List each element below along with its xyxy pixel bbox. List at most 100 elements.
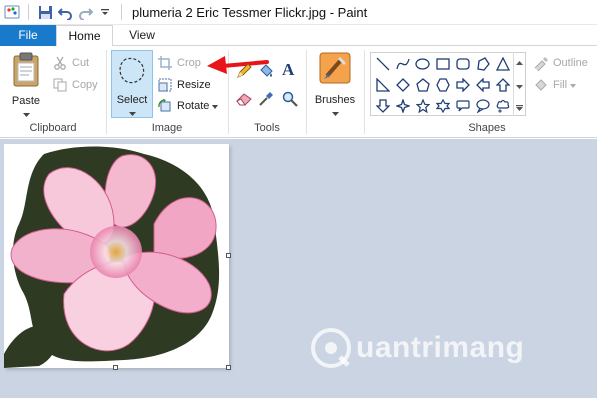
resize-button[interactable]: Resize <box>157 76 211 94</box>
resize-handle-right[interactable] <box>226 253 231 258</box>
chevron-up-icon[interactable] <box>516 56 523 68</box>
redo-icon[interactable] <box>75 2 95 22</box>
paste-button[interactable]: Paste <box>6 50 46 118</box>
chevron-down-icon <box>212 100 219 112</box>
gallery-expand-icon[interactable] <box>516 102 523 114</box>
magnifier-tool[interactable] <box>282 90 302 108</box>
chevron-down-icon <box>112 107 152 119</box>
select-button[interactable]: Select <box>111 50 153 118</box>
fill-tool[interactable] <box>258 62 278 80</box>
six-point-star-shape-icon[interactable] <box>433 96 452 115</box>
cut-button[interactable]: Cut <box>52 54 89 72</box>
polygon-shape-icon[interactable] <box>473 54 492 73</box>
plumeria-flower-image <box>4 146 220 368</box>
triangle-shape-icon[interactable] <box>493 54 512 73</box>
down-arrow-shape-icon[interactable] <box>373 96 392 115</box>
eraser-icon <box>236 91 252 107</box>
magnifier-icon <box>282 91 298 107</box>
outline-button[interactable]: Outline <box>533 54 588 72</box>
separator <box>121 4 122 20</box>
rounded-callout-shape-icon[interactable] <box>453 96 472 115</box>
crop-icon <box>157 55 173 71</box>
watermark-logo-icon <box>311 328 351 368</box>
four-point-star-shape-icon[interactable] <box>393 96 412 115</box>
pentagon-shape-icon[interactable] <box>413 75 432 94</box>
quick-access-toolbar <box>0 0 128 25</box>
resize-icon <box>157 77 173 93</box>
ribbon-tabs: File Home View <box>0 25 597 47</box>
tab-home[interactable]: Home <box>56 25 113 47</box>
copy-button[interactable]: Copy <box>52 76 98 94</box>
right-arrow-shape-icon[interactable] <box>453 75 472 94</box>
outline-icon <box>533 55 549 71</box>
rotate-icon <box>157 98 173 114</box>
window-title: plumeria 2 Eric Tessmer Flickr.jpg - Pai… <box>132 4 368 20</box>
copy-icon <box>52 77 68 93</box>
image-group-label: Image <box>151 122 183 134</box>
fill-button[interactable]: Fill <box>533 76 577 94</box>
cloud-callout-shape-icon[interactable] <box>493 96 512 115</box>
resize-label: Resize <box>177 79 211 91</box>
clipboard-group-label: Clipboard <box>29 122 77 134</box>
rotate-button[interactable]: Rotate <box>157 97 219 115</box>
copy-label: Copy <box>72 79 98 91</box>
customize-qa-dropdown-icon[interactable] <box>95 2 115 22</box>
image-canvas[interactable] <box>4 144 229 368</box>
tools-group-label: Tools <box>254 122 280 134</box>
save-icon[interactable] <box>35 2 55 22</box>
line-shape-icon[interactable] <box>373 54 392 73</box>
scissors-icon <box>52 55 68 71</box>
pencil-tool[interactable] <box>236 62 256 80</box>
resize-handle-bottom[interactable] <box>113 365 118 370</box>
resize-handle-corner[interactable] <box>226 365 231 370</box>
select-label: Select <box>116 94 148 106</box>
up-arrow-shape-icon[interactable] <box>493 75 512 94</box>
color-picker-tool[interactable] <box>258 90 278 108</box>
shapes-group-label: Shapes <box>468 122 506 134</box>
brush-icon <box>319 52 351 86</box>
undo-icon[interactable] <box>55 2 75 22</box>
canvas-workspace: uantrimang <box>0 139 597 398</box>
paste-label: Paste <box>11 95 41 107</box>
diamond-shape-icon[interactable] <box>393 75 412 94</box>
chevron-down-icon <box>570 79 577 91</box>
separator <box>28 4 29 20</box>
curve-shape-icon[interactable] <box>393 54 412 73</box>
chevron-down-icon <box>312 107 358 119</box>
rectangle-shape-icon[interactable] <box>433 54 452 73</box>
shapes-gallery-scrollbar[interactable] <box>513 52 525 116</box>
five-point-star-shape-icon[interactable] <box>413 96 432 115</box>
fill-label: Fill <box>553 79 568 91</box>
rotate-label: Rotate <box>177 100 210 112</box>
paint-app-icon[interactable] <box>2 2 22 22</box>
right-triangle-shape-icon[interactable] <box>373 75 392 94</box>
hexagon-shape-icon[interactable] <box>433 75 452 94</box>
crop-label: Crop <box>177 57 201 69</box>
oval-shape-icon[interactable] <box>413 54 432 73</box>
tab-file[interactable]: File <box>0 25 56 46</box>
text-tool-glyph: A <box>282 60 295 79</box>
tab-view[interactable]: View <box>113 25 171 46</box>
title-bar: plumeria 2 Eric Tessmer Flickr.jpg - Pai… <box>0 0 597 25</box>
oval-callout-shape-icon[interactable] <box>473 96 492 115</box>
cut-label: Cut <box>72 57 90 69</box>
outline-label: Outline <box>553 57 588 69</box>
crop-button[interactable]: Crop <box>157 54 201 72</box>
ribbon: Paste Cut Copy Clipboard Select Crop Res… <box>0 46 597 138</box>
text-tool[interactable]: A <box>282 60 295 79</box>
eyedropper-icon <box>258 91 274 107</box>
clipboard-icon <box>11 52 41 88</box>
paint-bucket-icon <box>258 63 274 79</box>
shapes-gallery <box>370 52 526 116</box>
chevron-down-icon[interactable] <box>516 80 523 92</box>
left-arrow-shape-icon[interactable] <box>473 75 492 94</box>
free-form-select-icon <box>117 56 147 88</box>
brushes-label: Brushes <box>314 94 356 106</box>
eraser-tool[interactable] <box>236 90 256 108</box>
watermark: uantrimang <box>310 327 524 369</box>
pencil-icon <box>236 63 252 79</box>
fill-icon <box>533 77 549 93</box>
rounded-rectangle-shape-icon[interactable] <box>453 54 472 73</box>
watermark-text: uantrimang <box>356 331 525 364</box>
brushes-button[interactable]: Brushes <box>312 50 358 118</box>
